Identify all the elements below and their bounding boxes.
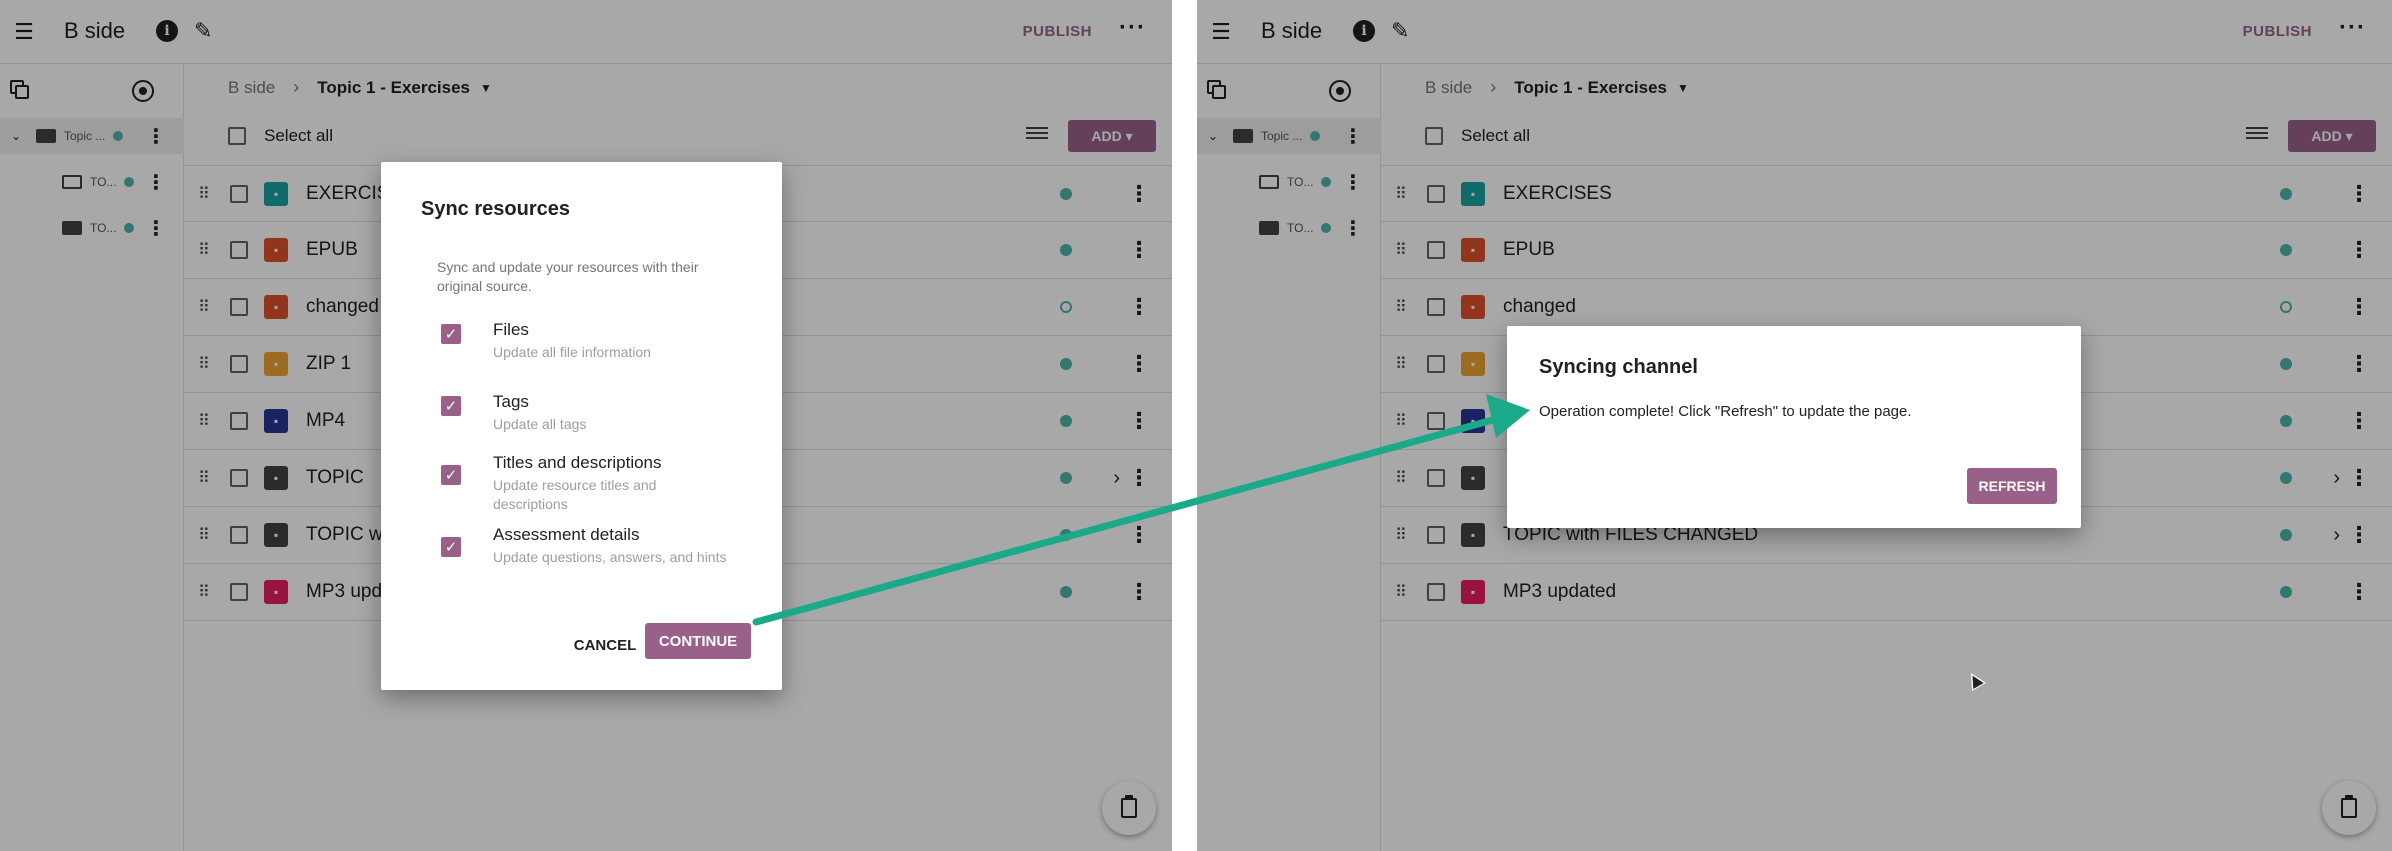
option-title: Files xyxy=(493,320,529,339)
option-subtitle: Update questions, answers, and hints xyxy=(493,549,727,565)
checkbox-checked-icon[interactable]: ✓ xyxy=(441,465,461,485)
checkbox-checked-icon[interactable]: ✓ xyxy=(441,396,461,416)
checkbox-checked-icon[interactable]: ✓ xyxy=(441,324,461,344)
refresh-button[interactable]: REFRESH xyxy=(1967,468,2057,504)
dialog-title: Sync resources xyxy=(421,198,570,220)
sync-resources-dialog: Sync resources Sync and update your reso… xyxy=(381,162,782,690)
option-title: Tags xyxy=(493,392,529,411)
syncing-channel-dialog: Syncing channel Operation complete! Clic… xyxy=(1507,326,2081,528)
dialog-message: Operation complete! Click "Refresh" to u… xyxy=(1539,403,1912,420)
checkbox-checked-icon[interactable]: ✓ xyxy=(441,537,461,557)
screenshot-divider xyxy=(1172,0,1197,851)
option-subtitle: Update all tags xyxy=(493,416,587,432)
option-title: Titles and descriptions xyxy=(493,453,662,472)
option-title: Assessment details xyxy=(493,525,640,544)
option-subtitle: Update resource titles and descriptions xyxy=(493,477,657,512)
continue-button[interactable]: CONTINUE xyxy=(645,623,751,659)
left-screenshot: ☰ B side i ✎ PUBLISH ··· ⌄ Topic ... ⋮ T… xyxy=(0,0,1172,851)
cancel-button[interactable]: CANCEL xyxy=(565,627,645,663)
dialog-title: Syncing channel xyxy=(1539,356,1698,378)
option-subtitle: Update all file information xyxy=(493,344,651,360)
right-screenshot: ☰ B side i ✎ PUBLISH ··· ⌄ Topic ... ⋮ T… xyxy=(1197,0,2392,851)
dialog-description: Sync and update your resources with thei… xyxy=(437,259,699,294)
